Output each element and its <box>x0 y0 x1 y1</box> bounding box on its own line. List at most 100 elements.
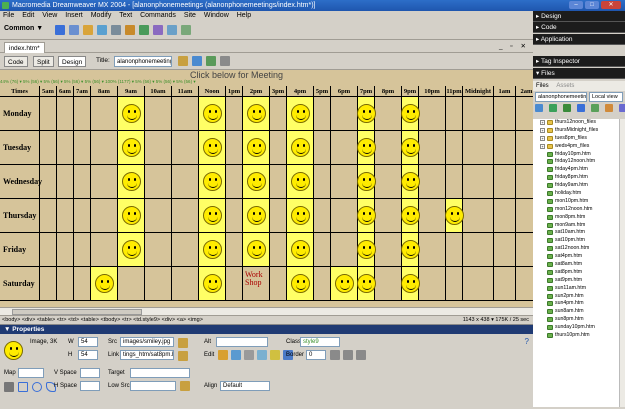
expand-icon[interactable]: + <box>540 143 545 149</box>
file-item[interactable]: mon10pm.htm <box>533 198 625 206</box>
media-icon[interactable] <box>139 25 149 35</box>
view-select[interactable]: Local view <box>589 92 623 102</box>
meeting-smiley-icon[interactable] <box>401 138 420 157</box>
file-item[interactable]: sun4pm.htm <box>533 300 625 308</box>
tab-index-htm[interactable]: index.htm* <box>4 42 45 53</box>
meeting-smiley-icon[interactable] <box>122 240 141 259</box>
help-icon[interactable]: ? <box>525 337 529 346</box>
border-input[interactable]: 0 <box>306 350 326 360</box>
meeting-smiley-icon[interactable] <box>122 104 141 123</box>
browse-folder-icon[interactable] <box>178 351 188 361</box>
meeting-smiley-icon[interactable] <box>357 274 376 293</box>
crop-icon[interactable] <box>244 350 254 360</box>
menu-modify[interactable]: Modify <box>88 12 115 19</box>
meeting-smiley-icon[interactable] <box>203 206 222 225</box>
folder-item[interactable]: + weds4pm_files <box>533 143 625 151</box>
meeting-smiley-icon[interactable] <box>357 240 376 259</box>
meeting-smiley-icon[interactable] <box>357 104 376 123</box>
insert-category-dropdown[interactable]: Common ▼ <box>4 25 43 32</box>
close-button[interactable]: ✕ <box>601 1 621 9</box>
tab-assets[interactable]: Assets <box>553 83 577 89</box>
code-view-button[interactable]: Code <box>4 56 28 67</box>
horizontal-scrollbar[interactable] <box>0 307 533 315</box>
panel-tag-inspector[interactable]: ▸ Tag Inspector <box>533 56 625 67</box>
file-item[interactable]: friday8pm.htm <box>533 174 625 182</box>
meeting-smiley-icon[interactable] <box>247 138 266 157</box>
meeting-smiley-icon[interactable] <box>291 206 310 225</box>
align-select[interactable]: Default <box>220 381 270 391</box>
panel-files[interactable]: ▾ Files <box>533 68 625 79</box>
meeting-smiley-icon[interactable] <box>203 104 222 123</box>
put-files-icon[interactable] <box>577 104 585 112</box>
menu-view[interactable]: View <box>39 12 60 19</box>
meeting-smiley-icon[interactable] <box>122 172 141 191</box>
lowsrc-browse-icon[interactable] <box>180 381 190 391</box>
meeting-smiley-icon[interactable] <box>247 172 266 191</box>
target-select[interactable] <box>130 368 190 378</box>
design-view-button[interactable]: Design <box>58 56 87 67</box>
meeting-smiley-icon[interactable] <box>247 206 266 225</box>
panel-code[interactable]: ▸ Code <box>533 22 625 33</box>
menu-window[interactable]: Window <box>201 12 232 19</box>
file-item[interactable]: sun8pm.htm <box>533 316 625 324</box>
hspace-input[interactable] <box>80 381 100 391</box>
folder-item[interactable]: + thurs12noon_files <box>533 119 625 127</box>
meeting-smiley-icon[interactable] <box>203 172 222 191</box>
meeting-smiley-icon[interactable] <box>445 206 464 225</box>
vspace-input[interactable] <box>80 368 100 378</box>
preview-browser-icon[interactable] <box>192 56 202 66</box>
file-item[interactable]: friday10pm.htm <box>533 151 625 159</box>
meeting-smiley-icon[interactable] <box>122 138 141 157</box>
file-management-icon[interactable] <box>178 56 188 66</box>
meeting-smiley-icon[interactable] <box>291 274 310 293</box>
link-input[interactable]: tings_htm/sat8pm.htm <box>120 350 174 360</box>
map-input[interactable] <box>18 368 44 378</box>
menu-text[interactable]: Text <box>116 12 135 19</box>
menu-file[interactable]: File <box>0 12 17 19</box>
meeting-smiley-icon[interactable] <box>357 138 376 157</box>
meeting-smiley-icon[interactable] <box>247 240 266 259</box>
file-item[interactable]: mon12noon.htm <box>533 206 625 214</box>
file-item[interactable]: sunday10pm.htm <box>533 324 625 332</box>
menu-site[interactable]: Site <box>181 12 199 19</box>
expand-panel-icon[interactable] <box>619 104 625 112</box>
template-icon[interactable] <box>167 25 177 35</box>
align-center-icon[interactable] <box>343 350 353 360</box>
height-input[interactable]: 54 <box>78 350 98 360</box>
lowsrc-input[interactable] <box>130 381 176 391</box>
file-item[interactable]: sun11am.htm <box>533 285 625 293</box>
meeting-smiley-icon[interactable] <box>291 138 310 157</box>
src-input[interactable]: images/smiley.jpg <box>120 337 174 347</box>
file-tree-scrollbar[interactable] <box>619 119 625 407</box>
properties-header[interactable]: ▼ Properties <box>0 325 533 334</box>
meeting-smiley-icon[interactable] <box>401 172 420 191</box>
view-options-icon[interactable] <box>220 56 230 66</box>
refresh-icon[interactable] <box>206 56 216 66</box>
meeting-smiley-icon[interactable] <box>122 206 141 225</box>
meeting-smiley-icon[interactable] <box>203 274 222 293</box>
page-title-input[interactable]: alanonphonemeetings <box>114 56 172 67</box>
file-item[interactable]: sat9pm.htm <box>533 277 625 285</box>
meeting-smiley-icon[interactable] <box>357 206 376 225</box>
minimize-button[interactable]: – <box>569 1 583 9</box>
document-window-controls[interactable]: _ ▫ ✕ <box>499 42 529 50</box>
file-item[interactable]: thurs10pm.htm <box>533 332 625 340</box>
workshop-label[interactable]: Work Shop <box>245 271 269 287</box>
named-anchor-icon[interactable] <box>83 25 93 35</box>
file-item[interactable]: sat8pm.htm <box>533 269 625 277</box>
connect-icon[interactable] <box>535 104 543 112</box>
file-item[interactable]: sun2pm.htm <box>533 293 625 301</box>
alt-input[interactable] <box>216 337 268 347</box>
layer-icon[interactable] <box>111 25 121 35</box>
menu-help[interactable]: Help <box>234 12 254 19</box>
meeting-smiley-icon[interactable] <box>203 138 222 157</box>
meeting-smiley-icon[interactable] <box>401 206 420 225</box>
file-item[interactable]: sat10pm.htm <box>533 237 625 245</box>
menu-edit[interactable]: Edit <box>19 12 37 19</box>
check-in-icon[interactable] <box>605 104 613 112</box>
panel-design[interactable]: ▸ Design <box>533 11 625 22</box>
brightness-icon[interactable] <box>270 350 280 360</box>
meeting-smiley-icon[interactable] <box>401 274 420 293</box>
site-select[interactable]: alanonphonemeetings <box>535 92 587 102</box>
file-item[interactable]: mon9am.htm <box>533 222 625 230</box>
